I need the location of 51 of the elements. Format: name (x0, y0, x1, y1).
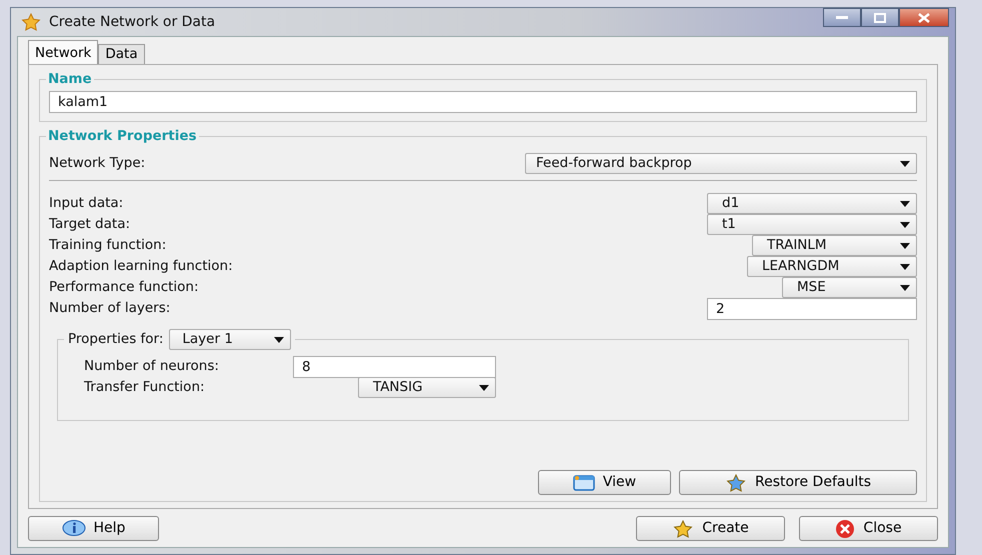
star-icon (672, 520, 694, 538)
group-title: Name (47, 73, 93, 86)
caret-icon (900, 200, 910, 206)
name-field[interactable]: kalam1 (49, 90, 917, 112)
field-label: Adaption learning function: (49, 257, 233, 276)
dropdown[interactable]: TANSIG (358, 377, 496, 398)
window-icon (572, 474, 595, 490)
layer-dropdown[interactable]: Layer 1 (169, 329, 292, 350)
minimize-button[interactable] (823, 8, 861, 27)
dropdown[interactable]: LEARNGDM (747, 256, 917, 277)
tab[interactable]: Network (28, 40, 98, 64)
dropdown[interactable]: TRAINLM (752, 235, 917, 256)
field-label: Performance function: (49, 278, 199, 298)
caret-icon (900, 264, 910, 270)
window-title: Create Network or Data (49, 12, 216, 32)
minimize-icon (836, 16, 848, 19)
maximize-button[interactable] (861, 8, 899, 27)
input-field[interactable]: 2 (707, 298, 917, 320)
input-field[interactable]: 8 (293, 356, 496, 378)
caret-icon (274, 336, 284, 342)
maximize-icon (874, 12, 886, 22)
close-button[interactable] (899, 8, 949, 27)
field-label: Target data: (49, 215, 130, 234)
caret-icon (900, 160, 910, 166)
close-icon (835, 518, 856, 538)
button[interactable]: Help (28, 516, 159, 541)
close-icon (918, 12, 930, 22)
field-label: Properties for: (68, 330, 164, 350)
dropdown[interactable]: t1 (707, 214, 917, 235)
dropdown[interactable]: MSE (782, 277, 917, 298)
field-label: Network Type: (49, 154, 146, 174)
tab[interactable]: Data (98, 44, 145, 64)
network-type-dropdown[interactable]: Feed-forward backprop (525, 153, 917, 174)
button[interactable]: Create (636, 516, 785, 541)
button[interactable]: Restore Defaults (679, 470, 917, 495)
group-title: Network Properties (47, 130, 198, 143)
caret-icon (900, 222, 910, 228)
button[interactable]: Close (799, 516, 938, 541)
star-icon (21, 13, 41, 31)
field-label: Input data: (49, 194, 124, 214)
button[interactable]: View (538, 470, 671, 495)
caret-icon (900, 284, 910, 290)
field-label: Training function: (49, 236, 166, 256)
field-label: Number of layers: (49, 299, 170, 318)
star-icon (724, 474, 747, 492)
info-icon (62, 520, 86, 538)
field-label: Number of neurons: (84, 357, 219, 376)
caret-icon (900, 242, 910, 248)
field-label: Transfer Function: (84, 378, 205, 398)
dropdown[interactable]: d1 (707, 193, 917, 214)
caret-icon (479, 384, 489, 390)
